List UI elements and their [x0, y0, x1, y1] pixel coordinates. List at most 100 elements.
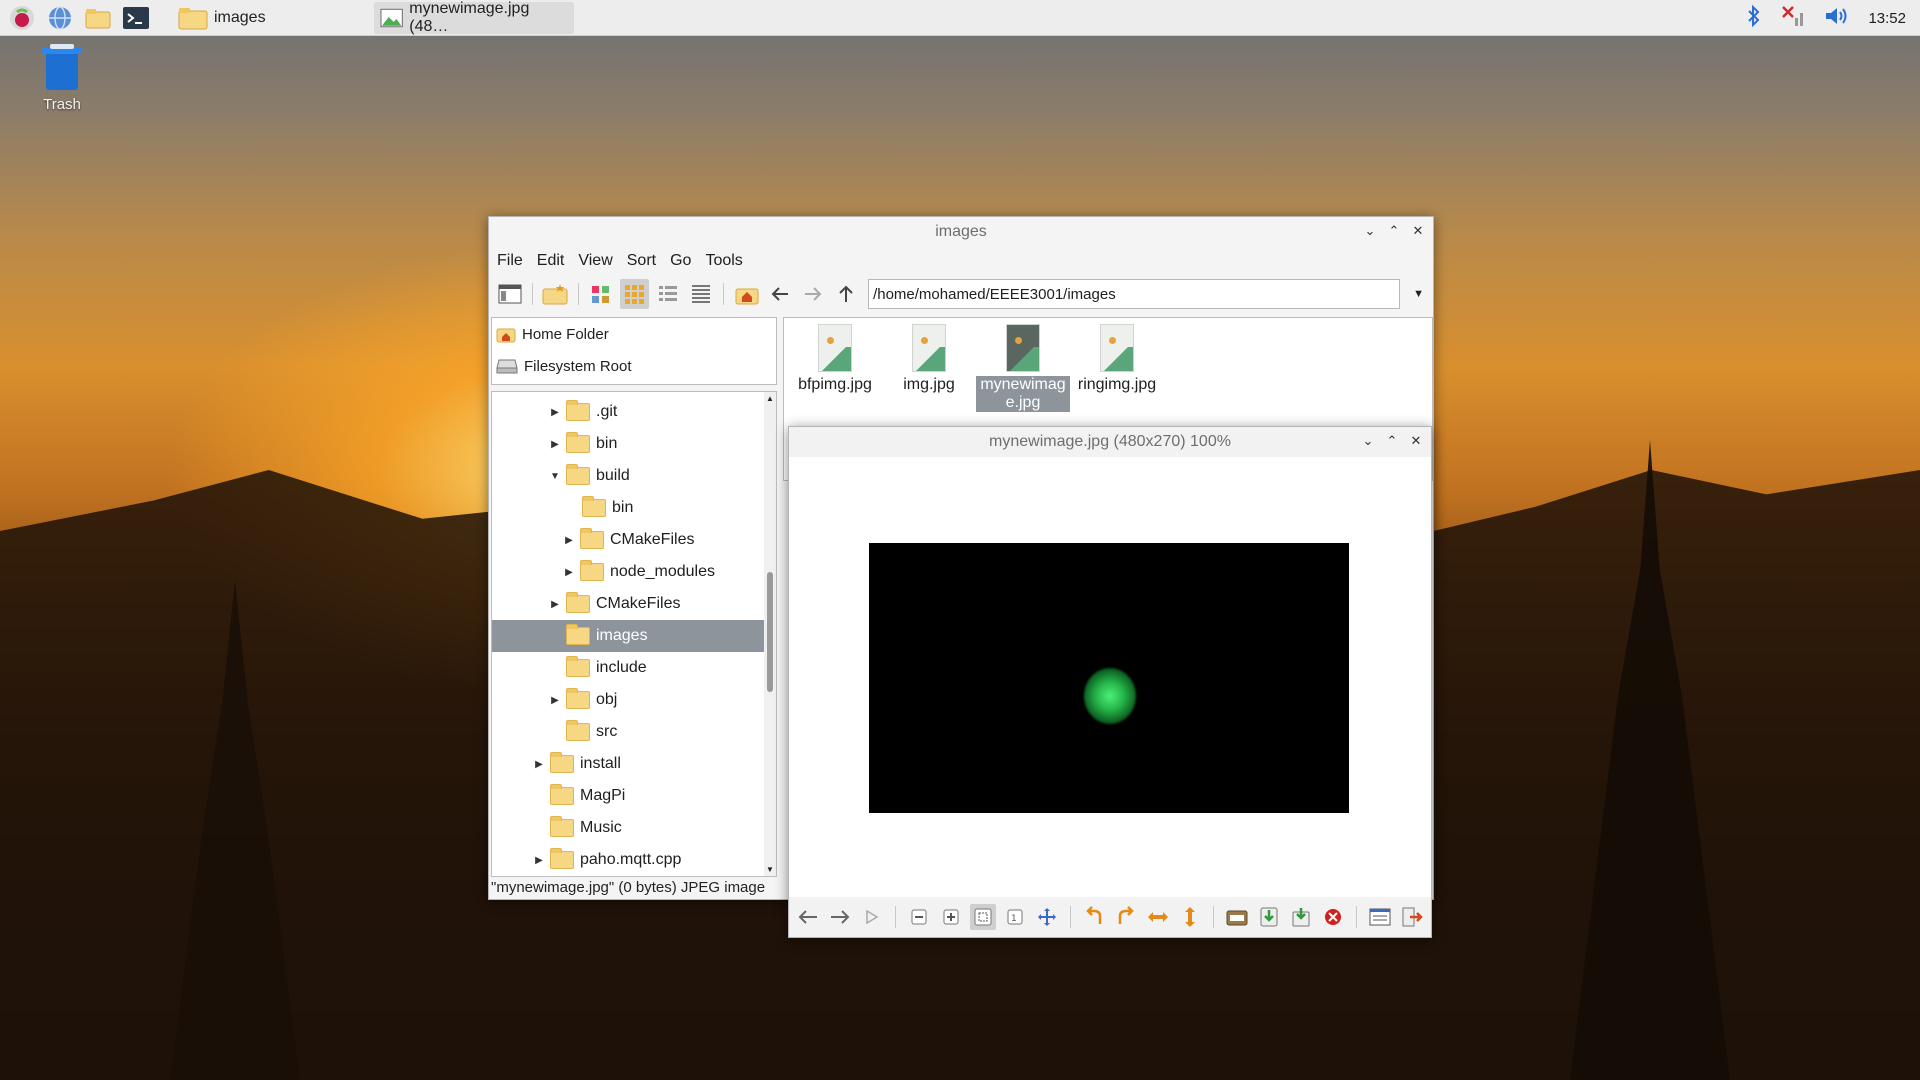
tree-item-magpi[interactable]: MagPi: [492, 780, 776, 812]
expand-arrow-icon[interactable]: ▶: [548, 695, 562, 706]
save-file-button[interactable]: [1256, 904, 1282, 930]
clock[interactable]: 13:52: [1868, 10, 1906, 27]
tree-item-install[interactable]: ▶ install: [492, 748, 776, 780]
menu-go[interactable]: Go: [670, 252, 691, 270]
path-input[interactable]: /home/mohamed/EEEE3001/images: [868, 279, 1401, 309]
save-as-button[interactable]: [1288, 904, 1314, 930]
folder-icon: [178, 7, 208, 29]
expand-arrow-icon[interactable]: ▶: [562, 535, 576, 546]
zoom-out-button[interactable]: [906, 904, 932, 930]
tree-item-build-cmakefiles[interactable]: ▶ CMakeFiles: [492, 524, 776, 556]
tree-item-git[interactable]: ▶ .git: [492, 396, 776, 428]
flip-horizontal-button[interactable]: [1145, 904, 1171, 930]
tree-item-node-modules[interactable]: ▶ node_modules: [492, 556, 776, 588]
raspberry-menu-icon[interactable]: [6, 2, 38, 34]
file-item[interactable]: img.jpg: [882, 324, 976, 394]
previous-image-button[interactable]: [795, 904, 821, 930]
menu-tools[interactable]: Tools: [705, 252, 742, 270]
original-size-button[interactable]: 1: [1002, 904, 1028, 930]
menu-file[interactable]: File: [497, 252, 523, 270]
place-filesystem-root[interactable]: Filesystem Root: [492, 350, 776, 382]
quit-button[interactable]: [1399, 904, 1425, 930]
toolbar-separator: [895, 906, 896, 928]
zoom-in-button[interactable]: [938, 904, 964, 930]
tree-item-label: paho.mqtt.cpp: [580, 851, 682, 868]
menu-edit[interactable]: Edit: [537, 252, 565, 270]
open-file-button[interactable]: [1224, 904, 1250, 930]
terminal-icon[interactable]: [120, 2, 152, 34]
tree-item-label: node_modules: [610, 563, 715, 580]
file-manager-icon[interactable]: [82, 2, 114, 34]
bluetooth-icon[interactable]: [1746, 4, 1762, 32]
tree-item-bin[interactable]: ▶ bin: [492, 428, 776, 460]
tree-item-include[interactable]: include: [492, 652, 776, 684]
view-thumbnails-button[interactable]: [587, 279, 616, 309]
image-canvas[interactable]: [789, 457, 1431, 897]
quit-icon: [1402, 907, 1423, 927]
path-history-dropdown[interactable]: ▼: [1404, 279, 1433, 309]
file-item-selected[interactable]: mynewimag e.jpg: [976, 324, 1070, 412]
taskbar-task-images[interactable]: images: [172, 2, 362, 34]
tree-item-images[interactable]: images: [492, 620, 764, 652]
tree-scrollbar[interactable]: ▲ ▼: [764, 392, 776, 876]
file-item[interactable]: ringimg.jpg: [1070, 324, 1164, 394]
desktop-trash[interactable]: Trash: [32, 44, 92, 113]
expand-arrow-icon[interactable]: ▶: [562, 567, 576, 578]
file-manager-titlebar[interactable]: images ⌄ ⌃ ✕: [489, 217, 1433, 247]
flip-horizontal-icon: [1148, 912, 1168, 922]
file-item[interactable]: bfpimg.jpg: [788, 324, 882, 394]
flip-vertical-button[interactable]: [1177, 904, 1203, 930]
expand-arrow-icon[interactable]: ▶: [548, 407, 562, 418]
view-compact-button[interactable]: [653, 279, 682, 309]
view-icons-button[interactable]: [619, 279, 649, 309]
rotate-left-button[interactable]: [1081, 904, 1107, 930]
back-button[interactable]: [765, 279, 794, 309]
forward-button[interactable]: [798, 279, 827, 309]
tree-item-build[interactable]: ▼ build: [492, 460, 776, 492]
tree-item-src[interactable]: src: [492, 716, 776, 748]
collapse-arrow-icon[interactable]: ▼: [548, 471, 562, 482]
scrollbar-thumb[interactable]: [767, 572, 773, 692]
menu-view[interactable]: View: [578, 252, 612, 270]
tree-item-music[interactable]: Music: [492, 812, 776, 844]
expand-arrow-icon[interactable]: ▶: [548, 599, 562, 610]
expand-arrow-icon[interactable]: ▶: [532, 759, 546, 770]
volume-icon[interactable]: [1824, 5, 1850, 31]
expand-arrow-icon[interactable]: ▶: [532, 855, 546, 866]
network-disconnected-icon[interactable]: [1780, 4, 1806, 32]
web-browser-icon[interactable]: [44, 2, 76, 34]
tree-item-paho-mqtt-cpp[interactable]: ▶ paho.mqtt.cpp: [492, 844, 776, 876]
slideshow-button[interactable]: [859, 904, 885, 930]
home-button[interactable]: [732, 279, 761, 309]
new-folder-button[interactable]: [541, 279, 570, 309]
fullscreen-button[interactable]: [1034, 904, 1060, 930]
minimize-button[interactable]: ⌄: [1361, 433, 1375, 449]
toolbar-separator: [1070, 906, 1071, 928]
expand-arrow-icon[interactable]: ▶: [548, 439, 562, 450]
tree-item-cmakefiles[interactable]: ▶ CMakeFiles: [492, 588, 776, 620]
close-button[interactable]: ✕: [1409, 433, 1423, 449]
up-button[interactable]: [831, 279, 860, 309]
taskbar-task-image-viewer[interactable]: mynewimage.jpg (48…: [374, 0, 574, 35]
image-viewer-titlebar[interactable]: mynewimage.jpg (480x270) 100% ⌄ ⌃ ✕: [789, 427, 1431, 457]
tree-item-obj[interactable]: ▶ obj: [492, 684, 776, 716]
tree-item-build-bin[interactable]: bin: [492, 492, 776, 524]
place-home-folder[interactable]: Home Folder: [492, 318, 776, 350]
tree-item-label: CMakeFiles: [610, 531, 695, 548]
maximize-button[interactable]: ⌃: [1385, 433, 1399, 449]
menu-sort[interactable]: Sort: [627, 252, 656, 270]
new-window-button[interactable]: [495, 279, 524, 309]
rotate-right-button[interactable]: [1113, 904, 1139, 930]
scroll-down-icon[interactable]: ▼: [766, 865, 774, 874]
preferences-button[interactable]: [1367, 904, 1393, 930]
fit-to-window-button[interactable]: [970, 904, 996, 930]
maximize-button[interactable]: ⌃: [1387, 223, 1401, 239]
folder-icon: [566, 656, 590, 677]
next-image-button[interactable]: [827, 904, 853, 930]
scroll-up-icon[interactable]: ▲: [766, 394, 774, 403]
toolbar-separator: [1213, 906, 1214, 928]
delete-file-button[interactable]: [1320, 904, 1346, 930]
minimize-button[interactable]: ⌄: [1363, 223, 1377, 239]
close-button[interactable]: ✕: [1411, 223, 1425, 239]
view-list-button[interactable]: [686, 279, 715, 309]
